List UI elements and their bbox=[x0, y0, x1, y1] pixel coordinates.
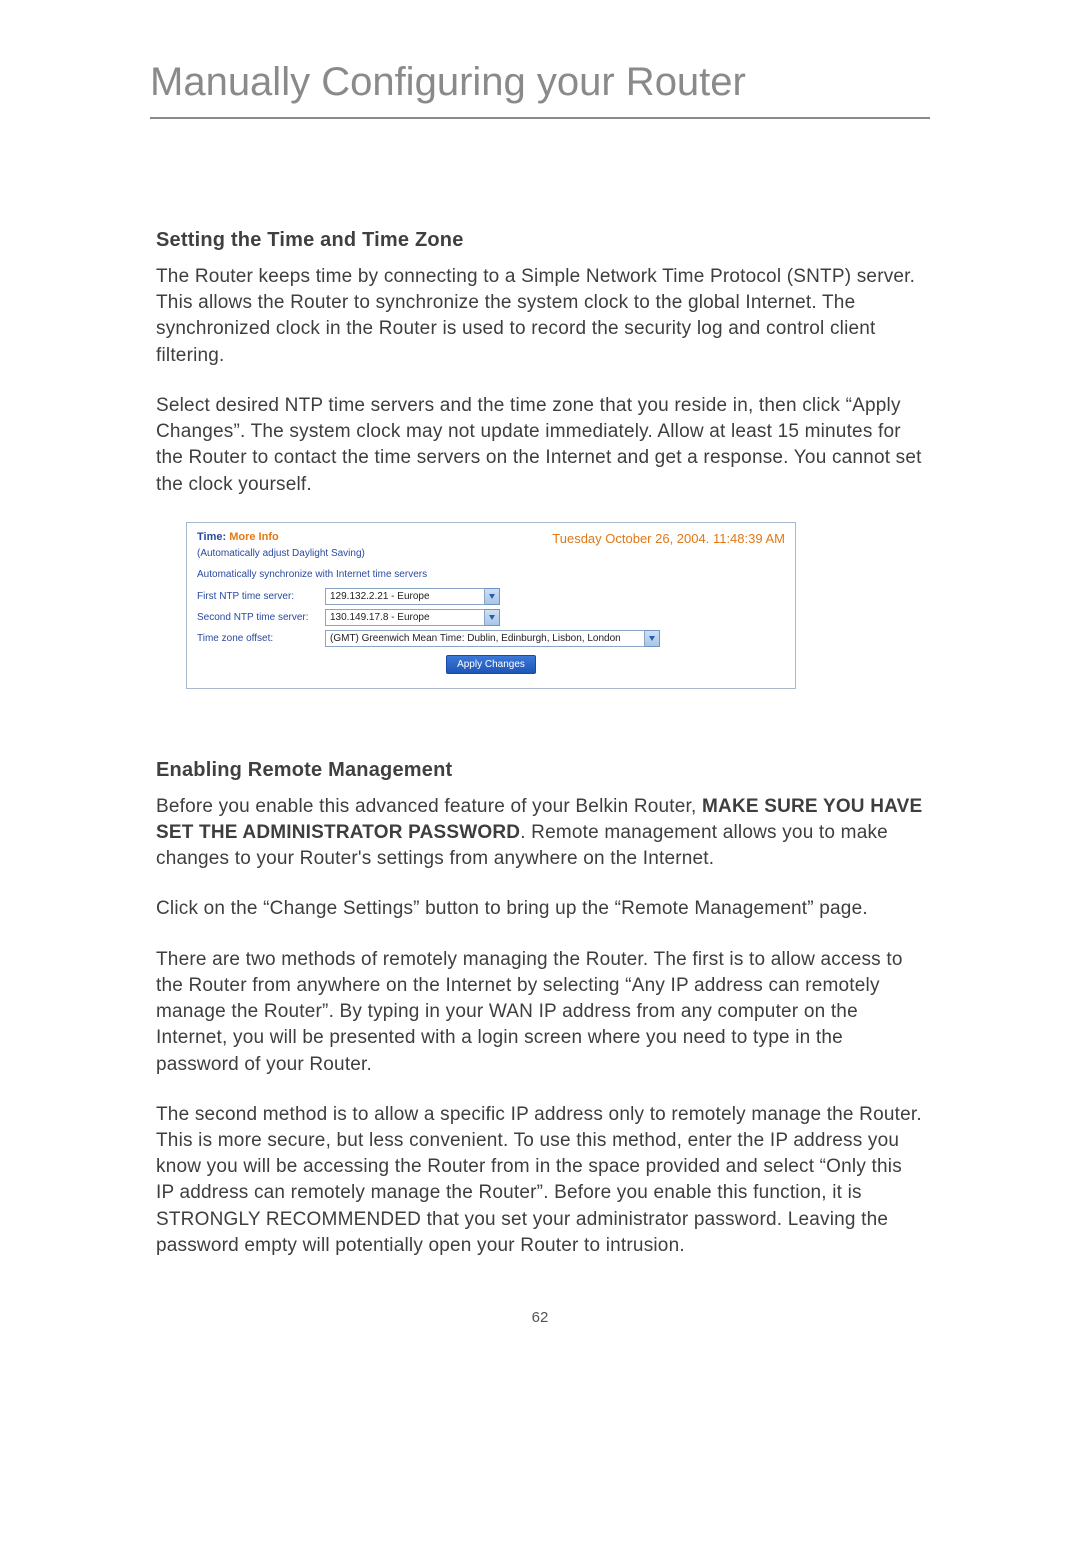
second-ntp-row: Second NTP time server: 130.149.17.8 - E… bbox=[197, 609, 785, 626]
autosync-label: Automatically synchronize with Internet … bbox=[197, 569, 785, 580]
second-ntp-value: 130.149.17.8 - Europe bbox=[325, 609, 485, 626]
section2-para3: There are two methods of remotely managi… bbox=[156, 947, 924, 1078]
section1-para2: Select desired NTP time servers and the … bbox=[156, 393, 924, 498]
time-settings-figure: Time: More Info Tuesday October 26, 2004… bbox=[186, 522, 796, 689]
timezone-row: Time zone offset: (GMT) Greenwich Mean T… bbox=[197, 630, 785, 647]
more-info-link[interactable]: More Info bbox=[229, 531, 279, 543]
current-date: Tuesday October 26, 2004. 11:48:39 AM bbox=[552, 531, 785, 546]
timezone-dropdown-button[interactable] bbox=[645, 630, 660, 647]
first-ntp-dropdown-button[interactable] bbox=[485, 588, 500, 605]
section2-para2: Click on the “Change Settings” button to… bbox=[156, 896, 924, 922]
s2p1a: Before you enable this advanced feature … bbox=[156, 796, 702, 817]
page-container: Manually Configuring your Router Setting… bbox=[0, 0, 1080, 1366]
figure-header-row: Time: More Info Tuesday October 26, 2004… bbox=[197, 531, 785, 546]
timezone-value: (GMT) Greenwich Mean Time: Dublin, Edinb… bbox=[325, 630, 645, 647]
second-ntp-select[interactable]: 130.149.17.8 - Europe bbox=[325, 609, 500, 626]
time-title-block: Time: More Info bbox=[197, 531, 279, 543]
page-number: 62 bbox=[156, 1309, 924, 1326]
section2-para1: Before you enable this advanced feature … bbox=[156, 794, 924, 873]
chevron-down-icon bbox=[489, 615, 495, 620]
content-area: Setting the Time and Time Zone The Route… bbox=[150, 229, 930, 1326]
dst-label: (Automatically adjust Daylight Saving) bbox=[197, 548, 785, 559]
section2-para4: The second method is to allow a specific… bbox=[156, 1102, 924, 1259]
page-title: Manually Configuring your Router bbox=[150, 60, 930, 119]
apply-row: Apply Changes bbox=[197, 655, 785, 674]
first-ntp-select[interactable]: 129.132.2.21 - Europe bbox=[325, 588, 500, 605]
section1-heading: Setting the Time and Time Zone bbox=[156, 229, 924, 252]
chevron-down-icon bbox=[489, 594, 495, 599]
second-ntp-label: Second NTP time server: bbox=[197, 612, 325, 623]
time-label: Time: bbox=[197, 531, 226, 543]
timezone-label: Time zone offset: bbox=[197, 633, 325, 644]
timezone-select[interactable]: (GMT) Greenwich Mean Time: Dublin, Edinb… bbox=[325, 630, 660, 647]
first-ntp-row: First NTP time server: 129.132.2.21 - Eu… bbox=[197, 588, 785, 605]
first-ntp-value: 129.132.2.21 - Europe bbox=[325, 588, 485, 605]
chevron-down-icon bbox=[649, 636, 655, 641]
second-ntp-dropdown-button[interactable] bbox=[485, 609, 500, 626]
first-ntp-label: First NTP time server: bbox=[197, 591, 325, 602]
section2-heading: Enabling Remote Management bbox=[156, 759, 924, 782]
apply-changes-button[interactable]: Apply Changes bbox=[446, 655, 536, 674]
section1-para1: The Router keeps time by connecting to a… bbox=[156, 264, 924, 369]
